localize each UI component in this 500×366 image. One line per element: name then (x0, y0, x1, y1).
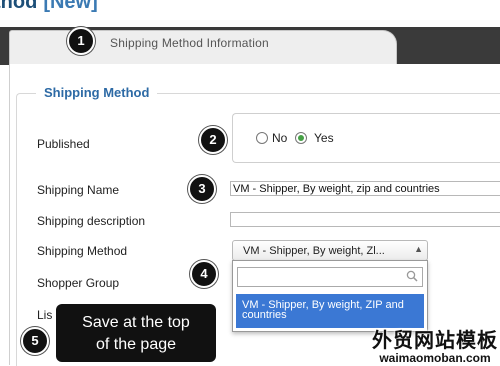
published-yes-radio[interactable] (295, 132, 307, 144)
watermark: 外贸网站模板 waimaomoban.com (370, 324, 500, 365)
tooltip-line-2: of the page (95, 336, 177, 353)
callout-badge-2: 2 (199, 126, 227, 154)
dropdown-option-highlighted[interactable]: VM - Shipper, By weight, ZIP and countri… (236, 294, 424, 328)
shipping-name-input[interactable]: VM - Shipper, By weight, zip and countri… (230, 181, 500, 196)
shipping-method-label: Shipping Method (37, 244, 128, 258)
page-title-status: [New] (43, 0, 98, 13)
shipping-method-dropdown: VM - Shipper, By weight, ZIP and countri… (232, 260, 428, 332)
chevron-up-icon: ▲ (414, 244, 423, 254)
published-no-radio[interactable] (256, 132, 268, 144)
tab-label: Shipping Method Information (110, 36, 269, 50)
callout-badge-1: 1 (67, 27, 95, 55)
dropdown-search-input[interactable] (237, 267, 423, 287)
shipping-method-select[interactable]: VM - Shipper, By weight, Zl... ▲ (232, 240, 428, 261)
search-icon (406, 270, 418, 282)
save-hint-tooltip: Save at the top of the page (56, 304, 216, 362)
callout-badge-3: 3 (188, 175, 216, 203)
fieldset-legend: Shipping Method (36, 85, 158, 100)
published-no-label: No (272, 131, 288, 145)
header-strip: thod[New] (0, 0, 500, 28)
published-label: Published (37, 137, 90, 151)
shopper-group-label: Shopper Group (37, 276, 120, 290)
watermark-text: 外贸网站模板 (372, 330, 498, 352)
list-label: Lis (37, 308, 53, 322)
shipping-method-selected: VM - Shipper, By weight, Zl... (243, 245, 385, 257)
shipping-description-label: Shipping description (37, 214, 146, 228)
shipping-name-label: Shipping Name (37, 183, 120, 197)
shipping-description-input[interactable] (230, 212, 500, 227)
callout-badge-5: 5 (21, 327, 49, 355)
page-title: thod[New] (0, 0, 98, 14)
tooltip-line-1: Save at the top (82, 314, 190, 331)
watermark-url: waimaomoban.com (379, 351, 491, 365)
published-yes-label: Yes (314, 131, 334, 145)
callout-badge-4: 4 (190, 260, 218, 288)
